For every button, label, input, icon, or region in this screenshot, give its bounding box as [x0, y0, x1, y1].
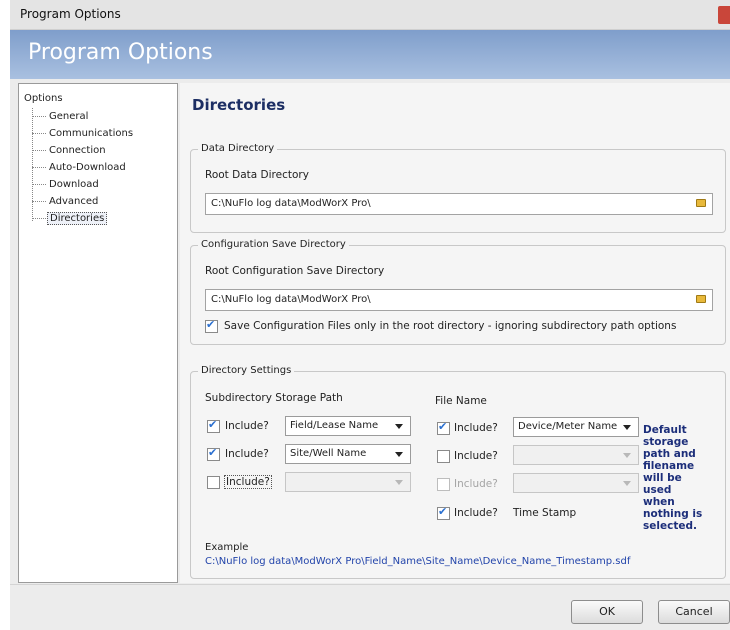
tree-item-label: Download [49, 179, 99, 190]
root-data-directory-label: Root Data Directory [205, 169, 309, 181]
tree-item-label: General [49, 111, 89, 122]
example-path: C:\NuFlo log data\ModWorX Pro\Field_Name… [205, 556, 631, 567]
checkmark-icon: ✔ [438, 420, 448, 433]
tree-root-options[interactable]: Options [24, 93, 63, 104]
tree-branch-dash [32, 200, 46, 202]
tree-item-auto-download[interactable]: Auto-Download [32, 162, 128, 173]
tree-item-label: Communications [49, 128, 134, 139]
tree-item-label: Advanced [49, 196, 99, 207]
subdir-include-label-1: Include? [225, 420, 269, 432]
subdir-include-checkbox-1[interactable]: ✔ [207, 418, 220, 433]
subdirectory-heading: Subdirectory Storage Path [205, 392, 343, 404]
main-area: Options General Communications Connectio… [10, 79, 730, 584]
default-path-note: Default storage path and filename will b… [643, 424, 703, 532]
directory-settings-legend: Directory Settings [198, 365, 295, 376]
data-directory-group: Data Directory Root Data Directory C:\Nu… [190, 143, 726, 233]
tree-item-communications[interactable]: Communications [32, 128, 135, 139]
file-include-checkbox-1[interactable]: ✔ [437, 420, 450, 435]
tree-item-label: Connection [49, 145, 106, 156]
cancel-button[interactable]: Cancel [658, 600, 730, 624]
file-include-checkbox-3[interactable] [437, 478, 450, 491]
file-include-label-2: Include? [454, 450, 498, 462]
save-config-root-only-label: Save Configuration Files only in the roo… [224, 320, 677, 332]
file-name-heading: File Name [435, 395, 487, 407]
config-directory-group: Configuration Save Directory Root Config… [190, 239, 726, 345]
subdir-field-select-value: Field/Lease Name [290, 420, 379, 431]
checkmark-icon: ✔ [208, 446, 218, 459]
subdir-field-select[interactable]: Field/Lease Name [285, 416, 411, 436]
chevron-down-icon [623, 425, 631, 430]
folder-icon[interactable] [696, 295, 706, 303]
tree-branch-dash [32, 183, 46, 185]
chevron-down-icon [623, 481, 631, 486]
file-device-select[interactable]: Device/Meter Name [513, 417, 639, 437]
directories-panel: Directories Data Directory Root Data Dir… [180, 83, 730, 583]
checkmark-icon: ✔ [206, 318, 216, 331]
file-third-select[interactable] [513, 473, 639, 493]
tree-item-label: Auto-Download [49, 162, 126, 173]
checkmark-icon: ✔ [438, 505, 448, 518]
tree-item-advanced[interactable]: Advanced [32, 196, 100, 207]
title-bar: Program Options [10, 0, 730, 30]
tree-branch-dash [32, 217, 46, 219]
config-directory-legend: Configuration Save Directory [198, 239, 349, 250]
root-data-directory-value: C:\NuFlo log data\ModWorX Pro\ [211, 198, 371, 209]
file-include-label-3: Include? [454, 478, 498, 490]
close-icon[interactable] [718, 6, 730, 24]
options-tree: Options General Communications Connectio… [18, 83, 178, 583]
data-directory-legend: Data Directory [198, 143, 278, 154]
file-include-label-4: Include? [454, 507, 498, 519]
banner-title: Program Options [28, 40, 213, 65]
root-data-directory-field[interactable]: C:\NuFlo log data\ModWorX Pro\ [205, 193, 713, 215]
file-include-checkbox-4[interactable]: ✔ [437, 505, 450, 520]
subdir-include-label-2: Include? [225, 448, 269, 460]
tree-item-connection[interactable]: Connection [32, 145, 108, 156]
chevron-down-icon [623, 453, 631, 458]
tree-item-download[interactable]: Download [32, 179, 101, 190]
folder-icon[interactable] [696, 199, 706, 207]
header-banner: Program Options [10, 30, 730, 79]
chevron-down-icon [395, 424, 403, 429]
root-config-directory-field[interactable]: C:\NuFlo log data\ModWorX Pro\ [205, 289, 713, 311]
save-config-root-only-checkbox[interactable]: ✔ [205, 318, 218, 333]
checkmark-icon: ✔ [208, 418, 218, 431]
example-label: Example [205, 542, 249, 553]
root-config-directory-label: Root Configuration Save Directory [205, 265, 385, 277]
tree-branch-dash [32, 115, 46, 117]
root-config-directory-value: C:\NuFlo log data\ModWorX Pro\ [211, 294, 371, 305]
subdir-site-select[interactable]: Site/Well Name [285, 444, 411, 464]
window-title: Program Options [20, 7, 121, 21]
directory-settings-group: Directory Settings Subdirectory Storage … [190, 365, 726, 579]
dialog-footer: OK Cancel [10, 584, 730, 630]
subdir-include-label-3: Include? [224, 475, 272, 489]
ok-button[interactable]: OK [571, 600, 643, 624]
file-include-checkbox-2[interactable] [437, 450, 450, 463]
subdir-include-checkbox-2[interactable]: ✔ [207, 446, 220, 461]
subdir-site-select-value: Site/Well Name [290, 448, 367, 459]
file-second-select[interactable] [513, 445, 639, 465]
chevron-down-icon [395, 480, 403, 485]
file-device-select-value: Device/Meter Name [518, 421, 618, 432]
subdir-include-checkbox-3[interactable] [207, 476, 220, 489]
tree-branch-dash [32, 166, 46, 168]
chevron-down-icon [395, 452, 403, 457]
tree-item-directories[interactable]: Directories [32, 212, 108, 225]
time-stamp-label: Time Stamp [513, 507, 577, 519]
tree-branch-dash [32, 149, 46, 151]
page-title: Directories [192, 96, 286, 114]
tree-item-general[interactable]: General [32, 111, 90, 122]
subdir-third-select[interactable] [285, 472, 411, 492]
tree-item-label: Directories [47, 212, 108, 225]
file-include-label-1: Include? [454, 422, 498, 434]
tree-branch-dash [32, 132, 46, 134]
